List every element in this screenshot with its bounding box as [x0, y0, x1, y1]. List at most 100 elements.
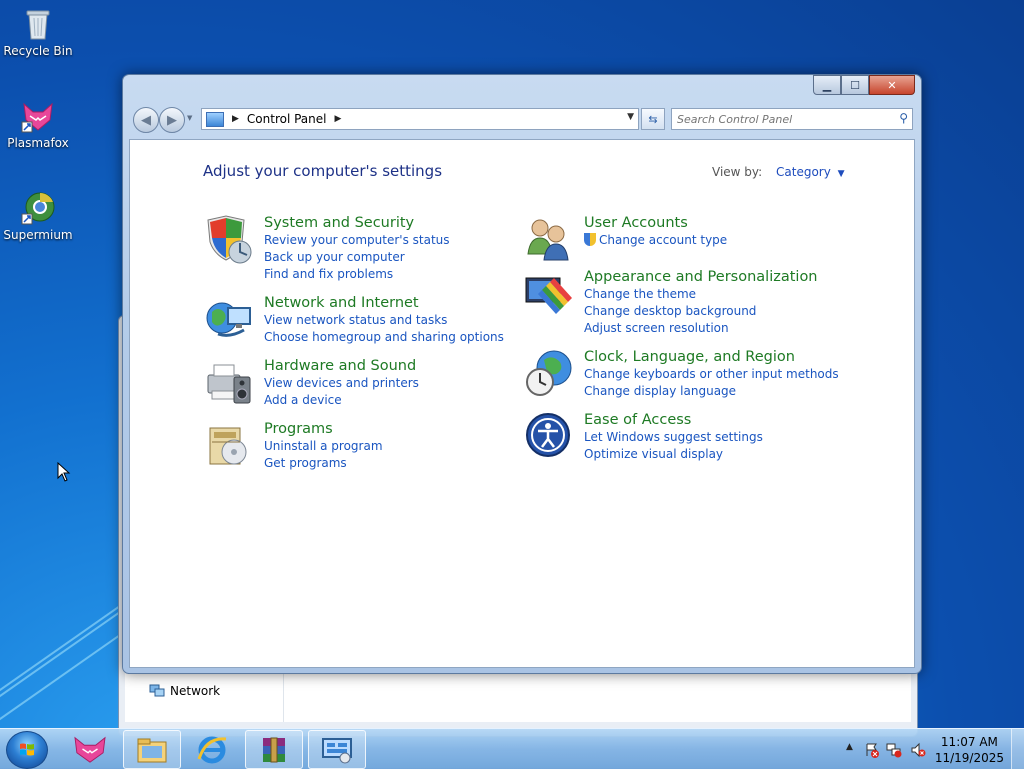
control-panel-content: Adjust your computer's settings View by:…	[129, 139, 915, 668]
link-optimize-display[interactable]: Optimize visual display	[584, 446, 763, 463]
plasmafox-icon	[74, 736, 106, 763]
show-hidden-icons-icon[interactable]: ▲	[846, 742, 853, 752]
category-title[interactable]: Ease of Access	[584, 411, 763, 429]
category-network-and-internet: Network and Internet View network status…	[204, 294, 504, 346]
category-clock-language-region: Clock, Language, and Region Change keybo…	[524, 348, 839, 400]
network-icon	[149, 684, 165, 697]
search-icon[interactable]: ⚲	[899, 111, 908, 125]
minimize-icon: ▁	[822, 78, 832, 92]
ease-of-access-icon[interactable]	[524, 411, 576, 463]
category-title[interactable]: User Accounts	[584, 214, 727, 232]
nav-item-label: Network	[170, 684, 221, 698]
maximize-button[interactable]: ☐	[841, 75, 869, 95]
appearance-icon[interactable]	[524, 268, 576, 320]
forward-arrow-icon: ▶	[167, 112, 177, 128]
taskbar-file-explorer[interactable]	[123, 730, 181, 769]
forward-button[interactable]: ▶	[159, 107, 185, 133]
winrar-icon	[263, 737, 285, 762]
clock-date: 11/19/2025	[934, 751, 1004, 765]
supermium-icon	[20, 190, 56, 226]
programs-icon[interactable]	[204, 420, 256, 472]
refresh-button[interactable]: ⇆	[641, 108, 665, 130]
link-add-device[interactable]: Add a device	[264, 392, 419, 409]
taskbar-control-panel[interactable]	[308, 730, 366, 769]
network-globe-icon[interactable]	[204, 294, 256, 346]
system-clock[interactable]: 11:07 AM 11/19/2025	[935, 734, 1004, 766]
network-status-icon[interactable]	[886, 742, 902, 761]
shield-icon[interactable]	[204, 214, 256, 266]
folder-icon	[137, 738, 167, 762]
link-network-status[interactable]: View network status and tasks	[264, 312, 504, 329]
view-by-label: View by:	[712, 165, 763, 179]
category-ease-of-access: Ease of Access Let Windows suggest setti…	[524, 411, 763, 463]
address-dropdown-icon[interactable]: ▼	[627, 112, 634, 122]
address-bar[interactable]: ▶ Control Panel ▶ ▼	[201, 108, 639, 130]
category-title[interactable]: Hardware and Sound	[264, 357, 419, 375]
taskbar-plasmafox[interactable]	[62, 730, 118, 767]
link-uninstall-program[interactable]: Uninstall a program	[264, 438, 383, 455]
breadcrumb-control-panel[interactable]: Control Panel	[247, 112, 327, 126]
desktop-icon-label: Plasmafox	[7, 136, 69, 150]
system-tray: ▲ 11:07 AM 11/19/2025	[840, 729, 1024, 769]
volume-muted-icon[interactable]	[910, 742, 926, 761]
printer-icon[interactable]	[204, 357, 256, 409]
maximize-icon: ☐	[850, 78, 860, 92]
link-keyboards-input[interactable]: Change keyboards or other input methods	[584, 366, 839, 383]
navigation-bar: ◀ ▶ ▼ ▶ Control Panel ▶ ▼ ⇆ ⚲	[131, 106, 915, 133]
desktop-icon-recycle-bin[interactable]: Recycle Bin	[0, 6, 76, 58]
link-back-up[interactable]: Back up your computer	[264, 249, 450, 266]
taskbar-internet-explorer[interactable]	[184, 730, 240, 767]
window-controls: ▁ ☐ ✕	[813, 75, 915, 95]
category-title[interactable]: System and Security	[264, 214, 450, 232]
taskbar-winrar[interactable]	[245, 730, 303, 769]
link-suggest-settings[interactable]: Let Windows suggest settings	[584, 429, 763, 446]
search-box[interactable]: ⚲	[671, 108, 913, 130]
chevron-down-icon[interactable]: ▼	[838, 169, 845, 179]
link-display-language[interactable]: Change display language	[584, 383, 839, 400]
minimize-button[interactable]: ▁	[813, 75, 841, 95]
control-panel-icon	[322, 737, 352, 763]
breadcrumb-arrow-icon[interactable]: ▶	[232, 114, 239, 124]
users-icon[interactable]	[524, 214, 576, 266]
back-arrow-icon: ◀	[141, 112, 151, 128]
plasmafox-icon	[20, 98, 56, 134]
recycle-bin-icon	[20, 6, 56, 42]
refresh-icon: ⇆	[648, 112, 658, 126]
link-label: Change account type	[599, 233, 728, 247]
category-title[interactable]: Programs	[264, 420, 383, 438]
recent-pages-dropdown-icon[interactable]: ▼	[187, 114, 192, 122]
clock-time: 11:07 AM	[940, 735, 998, 749]
link-get-programs[interactable]: Get programs	[264, 455, 383, 472]
category-hardware-and-sound: Hardware and Sound View devices and prin…	[204, 357, 419, 409]
search-input[interactable]	[672, 109, 879, 129]
close-button[interactable]: ✕	[869, 75, 915, 95]
category-user-accounts: User Accounts Change account type	[524, 214, 727, 266]
link-desktop-background[interactable]: Change desktop background	[584, 303, 818, 320]
taskbar: ▲ 11:07 AM 11/19/2025	[0, 728, 1024, 769]
control-panel-window[interactable]: ▁ ☐ ✕ ◀ ▶ ▼ ▶ Control Panel ▶ ▼ ⇆ ⚲ Adju…	[122, 74, 922, 674]
desktop-icon-label: Supermium	[3, 228, 73, 242]
view-by-dropdown[interactable]: Category	[776, 165, 831, 179]
show-desktop-button[interactable]	[1011, 729, 1024, 769]
back-button[interactable]: ◀	[133, 107, 159, 133]
clock-globe-icon[interactable]	[524, 348, 576, 400]
close-icon: ✕	[887, 78, 897, 92]
windows-logo-icon	[20, 743, 34, 756]
link-find-fix-problems[interactable]: Find and fix problems	[264, 266, 450, 283]
action-center-flag-icon[interactable]	[864, 742, 880, 761]
nav-item-network[interactable]: Network	[149, 684, 220, 698]
link-change-account-type[interactable]: Change account type	[584, 232, 727, 249]
category-programs: Programs Uninstall a program Get program…	[204, 420, 383, 472]
link-review-status[interactable]: Review your computer's status	[264, 232, 450, 249]
category-title[interactable]: Network and Internet	[264, 294, 504, 312]
category-title[interactable]: Clock, Language, and Region	[584, 348, 839, 366]
breadcrumb-arrow-icon[interactable]: ▶	[335, 114, 342, 124]
desktop-icon-plasmafox[interactable]: Plasmafox	[0, 98, 76, 150]
link-screen-resolution[interactable]: Adjust screen resolution	[584, 320, 818, 337]
link-homegroup[interactable]: Choose homegroup and sharing options	[264, 329, 504, 346]
start-button[interactable]	[6, 731, 48, 769]
link-change-theme[interactable]: Change the theme	[584, 286, 818, 303]
desktop-icon-supermium[interactable]: Supermium	[0, 190, 76, 242]
category-title[interactable]: Appearance and Personalization	[584, 268, 818, 286]
link-devices-printers[interactable]: View devices and printers	[264, 375, 419, 392]
